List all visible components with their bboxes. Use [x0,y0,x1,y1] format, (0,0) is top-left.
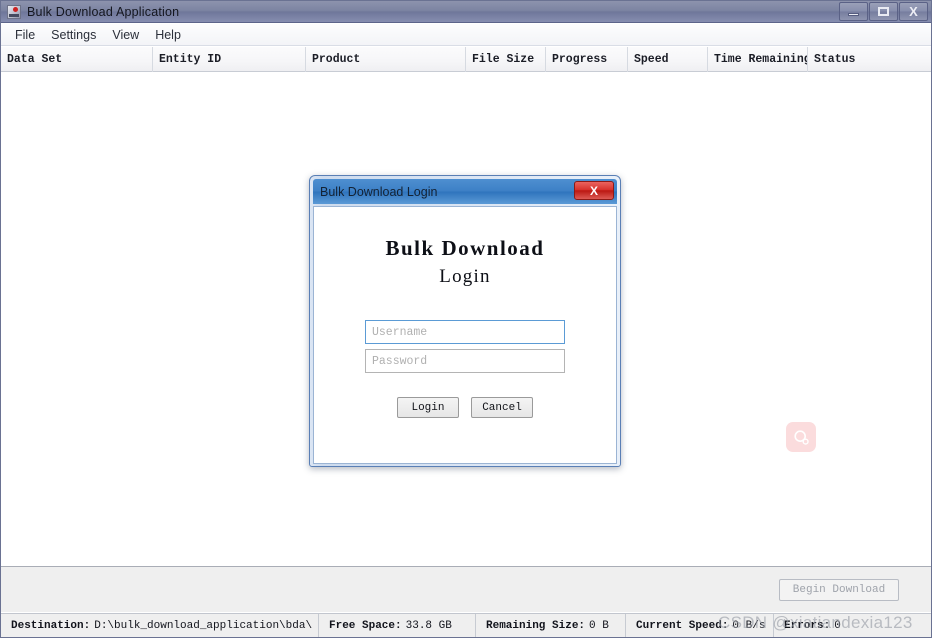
menu-item-help[interactable]: Help [147,27,189,43]
column-header-file-size[interactable]: File Size [466,47,546,72]
status-remaining-size-label: Remaining Size: [486,619,586,632]
status-errors: Errors: 0 [774,614,931,637]
status-destination: Destination: D:\bulk_download_applicatio… [1,614,319,637]
minimize-button[interactable] [839,2,868,21]
app-icon [6,4,22,20]
column-header-entity-id[interactable]: Entity ID [153,47,306,72]
status-free-space: Free Space: 33.8 GB [319,614,476,637]
statusbar: Destination: D:\bulk_download_applicatio… [1,613,931,637]
login-button[interactable]: Login [397,397,459,418]
downloads-table-header: Data Set Entity ID Product File Size Pro… [1,47,931,72]
login-dialog-titlebar: Bulk Download Login X [313,179,617,204]
close-icon: X [589,183,598,198]
column-header-speed[interactable]: Speed [628,47,708,72]
menu-item-file[interactable]: File [7,27,43,43]
cancel-button[interactable]: Cancel [471,397,533,418]
bottom-panel: Begin Download [1,566,931,612]
begin-download-button[interactable]: Begin Download [779,579,899,601]
column-header-progress[interactable]: Progress [546,47,628,72]
status-errors-label: Errors: [784,619,831,632]
status-errors-value: 0 [834,619,841,632]
password-input[interactable] [365,349,565,373]
login-heading-secondary: Login [439,266,491,287]
close-icon: X [909,4,918,19]
window-controls: X [839,2,928,21]
column-header-time-remaining[interactable]: Time Remaining [708,47,808,72]
menu-item-view[interactable]: View [104,27,147,43]
login-dialog-actions: Login Cancel [397,397,533,418]
login-dialog: Bulk Download Login X Bulk Download Logi… [309,175,621,467]
column-header-status[interactable]: Status [808,47,931,72]
column-header-product[interactable]: Product [306,47,466,72]
window-titlebar: Bulk Download Application X [1,1,931,23]
username-input[interactable] [365,320,565,344]
close-button[interactable]: X [899,2,928,21]
status-current-speed: Current Speed: 0 B/s [626,614,774,637]
column-header-data-set[interactable]: Data Set [1,47,153,72]
status-current-speed-value: 0 B/s [732,619,766,632]
window-title: Bulk Download Application [27,4,180,19]
login-dialog-title: Bulk Download Login [320,184,438,199]
login-dialog-close-button[interactable]: X [574,181,614,200]
menubar: File Settings View Help [1,24,931,46]
status-free-space-value: 33.8 GB [405,619,452,632]
maximize-button[interactable] [869,2,898,21]
status-remaining-size: Remaining Size: 0 B [476,614,626,637]
application-window: Bulk Download Application X File Setting… [0,0,932,638]
search-icon[interactable] [786,422,816,452]
menu-item-settings[interactable]: Settings [43,27,104,43]
status-destination-value: D:\bulk_download_application\bda\ [94,619,313,632]
status-free-space-label: Free Space: [329,619,402,632]
status-current-speed-label: Current Speed: [636,619,729,632]
login-heading-primary: Bulk Download [385,236,545,260]
status-destination-label: Destination: [11,619,91,632]
login-dialog-body: Bulk Download Login Login Cancel [313,206,617,464]
status-remaining-size-value: 0 B [589,619,609,632]
